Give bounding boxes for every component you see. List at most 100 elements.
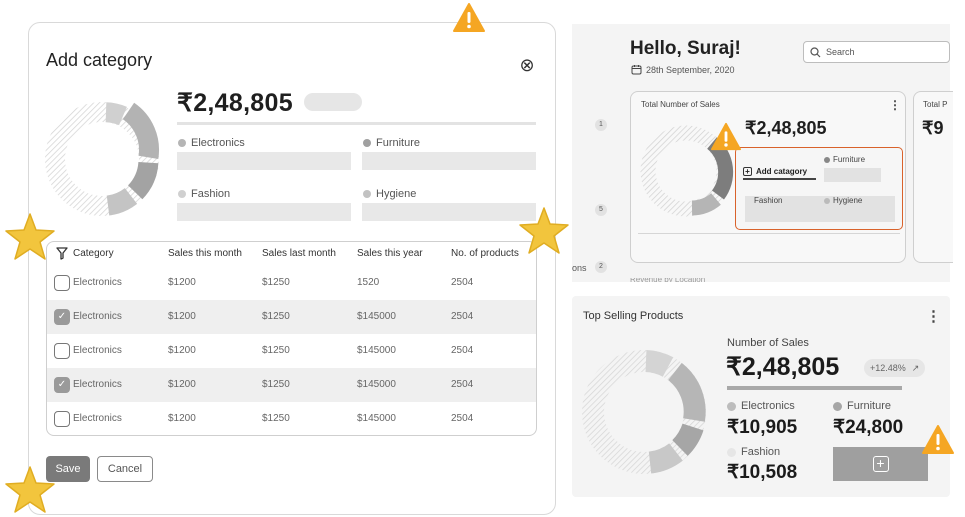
legend-label: Furniture (847, 400, 892, 412)
furniture-value: ₹24,800 (833, 417, 904, 438)
divider (177, 122, 536, 125)
legend-fashion: Fashion (727, 446, 780, 458)
cell-no-of-products: 2504 (451, 413, 474, 424)
cell-category: Electronics (73, 277, 122, 288)
legend-dot (363, 190, 371, 198)
modal-title: Add category (46, 50, 153, 70)
star-icon (5, 213, 55, 260)
legend-dot (178, 190, 186, 198)
legend-label: Furniture (376, 137, 421, 149)
row-checkbox[interactable] (54, 411, 70, 427)
card-divider (638, 233, 900, 234)
table-row[interactable]: ✓ Electronics $1200 $1250 $145000 2504 (47, 368, 536, 402)
warning-icon (453, 3, 485, 32)
popup-label-fashion: Fashion (754, 196, 783, 205)
search-placeholder: Search (826, 47, 855, 57)
cell-sales-this-month: $1200 (168, 277, 196, 288)
search-input[interactable]: Search (803, 41, 950, 63)
header-category[interactable]: Category (73, 242, 114, 266)
card-donut-segment-light (691, 193, 721, 216)
legend-hygiene: Hygiene (363, 188, 416, 200)
cell-sales-this-year: $145000 (357, 413, 396, 424)
close-icon[interactable]: ⊗ (518, 56, 536, 74)
calendar-icon (631, 65, 642, 75)
plus-icon: + (872, 456, 889, 472)
donut-segment-fashion (106, 187, 138, 216)
cell-no-of-products: 2504 (451, 379, 474, 390)
add-box-icon: + (743, 166, 752, 176)
legend-electronics: Electronics (178, 137, 245, 149)
electronics-input-bar[interactable] (177, 152, 351, 170)
card-amount: ₹2,48,805 (745, 118, 827, 138)
card2-title: Total P (923, 100, 948, 109)
category-donut-chart (45, 102, 159, 216)
side-step-badge: 1 (595, 119, 607, 131)
table-row[interactable]: Electronics $1200 $1250 1520 2504 (47, 266, 536, 300)
top-selling-amount: ₹2,48,805 (726, 353, 840, 381)
electronics-value: ₹10,905 (727, 417, 798, 438)
cell-sales-last-month: $1250 (262, 379, 290, 390)
legend-dot (727, 401, 736, 411)
header-sales-this-year[interactable]: Sales this year (357, 242, 423, 266)
cell-sales-this-year: $145000 (357, 311, 396, 322)
cancel-button[interactable]: Cancel (97, 456, 153, 482)
filter-icon[interactable] (56, 247, 68, 260)
legend-dot (178, 139, 186, 147)
donut-segment-furniture (127, 161, 159, 200)
trend-up-icon: ↗ (911, 363, 920, 373)
legend-label: Fashion (741, 446, 781, 458)
cell-category: Electronics (73, 413, 122, 424)
header-no-of-products[interactable]: No. of products (451, 242, 519, 266)
cell-sales-this-month: $1200 (168, 311, 196, 322)
cell-sales-this-month: $1200 (168, 413, 196, 424)
row-checkbox-checked[interactable]: ✓ (54, 309, 70, 325)
change-value: +12.48% (870, 363, 906, 373)
table-row[interactable]: Electronics $1200 $1250 $145000 2504 (47, 402, 536, 435)
star-icon (519, 207, 569, 254)
row-checkbox[interactable] (54, 343, 70, 359)
legend-label: Hygiene (833, 196, 863, 205)
donut-segment-furniture (671, 423, 704, 456)
kebab-menu-icon[interactable]: ⋮ (889, 98, 901, 112)
warning-icon (711, 122, 741, 151)
legend-dot (363, 139, 371, 147)
category-table: Category Sales this month Sales last mon… (46, 241, 537, 436)
card2-amount: ₹9 (922, 118, 944, 138)
popup-legend-furniture: Furniture (824, 155, 865, 164)
add-item-button[interactable]: + (833, 447, 928, 481)
search-icon (810, 46, 821, 57)
legend-dot (824, 197, 830, 204)
side-step-badge: 2 (595, 261, 607, 273)
cell-no-of-products: 2504 (451, 277, 474, 288)
legend-label: Fashion (191, 188, 231, 200)
greeting: Hello, Suraj! (630, 38, 741, 59)
header-sales-this-month[interactable]: Sales this month (168, 242, 242, 266)
fashion-input-bar[interactable] (177, 203, 351, 221)
cell-category: Electronics (73, 345, 122, 356)
cell-sales-this-month: $1200 (168, 379, 196, 390)
hygiene-input-bar[interactable] (362, 203, 536, 221)
kebab-menu-icon[interactable]: ⋮ (926, 307, 941, 325)
legend-electronics: Electronics (727, 400, 795, 412)
donut-segment-top (644, 350, 674, 377)
add-category-button[interactable]: + Add catagory (743, 164, 816, 180)
legend-label: Furniture (833, 155, 866, 164)
table-header: Category Sales this month Sales last mon… (47, 242, 536, 266)
legend-label: Electronics (191, 137, 245, 149)
row-checkbox-checked[interactable]: ✓ (54, 377, 70, 393)
donut-segment-fashion (648, 443, 683, 474)
cell-sales-last-month: $1250 (262, 277, 290, 288)
side-step-badge: 5 (595, 204, 607, 216)
top-selling-donut-chart (582, 350, 706, 474)
furniture-input-bar[interactable] (362, 152, 536, 170)
cell-no-of-products: 2504 (451, 311, 474, 322)
table-row[interactable]: Electronics $1200 $1250 $145000 2504 (47, 334, 536, 368)
top-selling-title: Top Selling Products (583, 310, 684, 322)
header-sales-last-month[interactable]: Sales last month (262, 242, 336, 266)
legend-dot (824, 156, 830, 163)
table-row[interactable]: ✓ Electronics $1200 $1250 $145000 2504 (47, 300, 536, 334)
date-text: 28th September, 2020 (646, 64, 735, 75)
row-checkbox[interactable] (54, 275, 70, 291)
popup-furniture-bar[interactable] (824, 168, 881, 182)
legend-label: Hygiene (376, 188, 417, 200)
